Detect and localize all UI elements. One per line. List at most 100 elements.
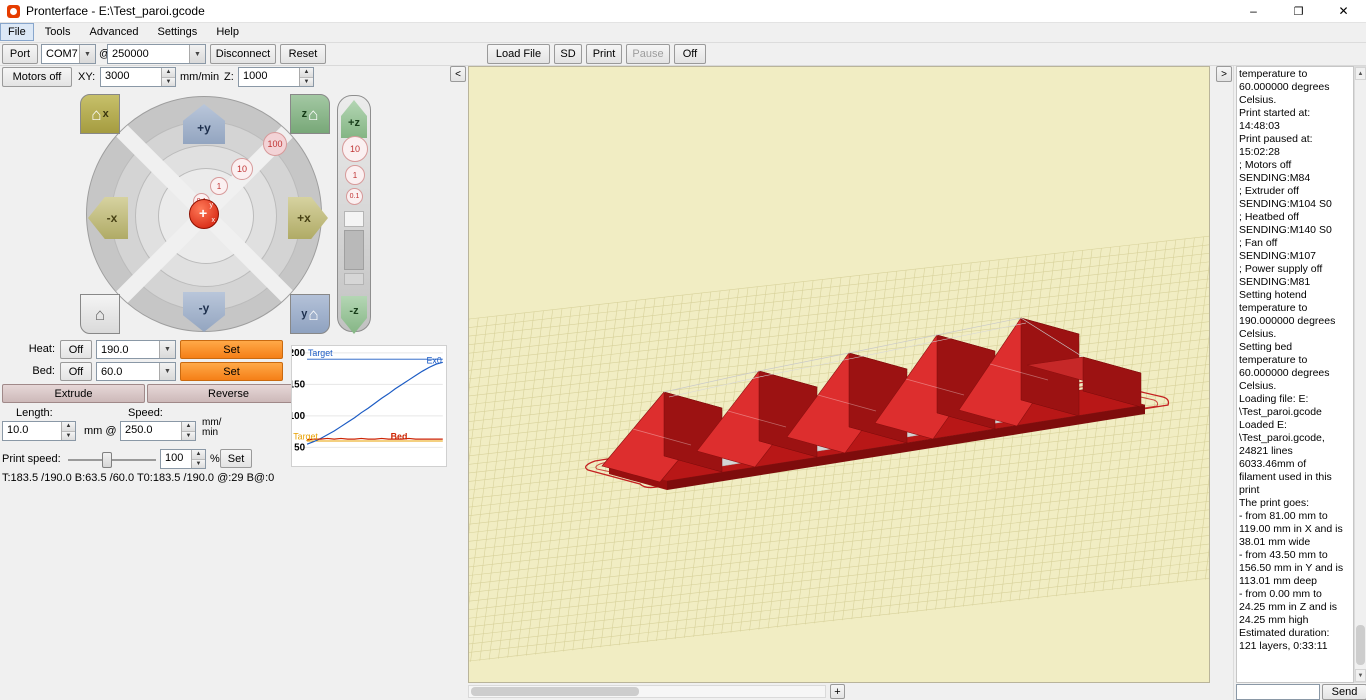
dropdown-arrow-icon[interactable]: ▼ <box>159 341 175 358</box>
heat-temp-select[interactable]: 190.0 ▼ <box>96 340 176 359</box>
temperature-graph: 200 150 100 50 Target Ex0 Target Bed <box>291 345 447 467</box>
bed-set-button[interactable]: Set <box>180 362 283 381</box>
graph-ylabel-50: 50 <box>294 442 305 453</box>
mm-at-label: mm @ <box>84 425 117 437</box>
collapse-left-button[interactable]: < <box>450 66 466 82</box>
home-all-button[interactable]: ⌂ <box>80 294 120 334</box>
load-file-button[interactable]: Load File <box>487 44 550 64</box>
xy-feed-input[interactable]: 3000 ▲ ▼ <box>100 67 176 87</box>
spin-down-icon[interactable]: ▼ <box>192 459 205 468</box>
percent-label: % <box>210 453 220 465</box>
jog-step-1[interactable]: 1 <box>210 177 228 195</box>
jog-step-10[interactable]: 10 <box>231 158 253 180</box>
home-icon: ⌂ <box>91 104 102 124</box>
menu-settings[interactable]: Settings <box>150 23 206 41</box>
spin-up-icon[interactable]: ▲ <box>192 450 205 460</box>
center-panel: < > + <box>448 66 1233 700</box>
minimize-button[interactable]: – <box>1231 0 1276 23</box>
log-output[interactable]: temperature to 60.000000 degrees Celsius… <box>1236 66 1354 683</box>
print-speed-slider[interactable] <box>68 452 156 468</box>
graph-bed-label: Bed <box>391 431 408 441</box>
spin-up-icon[interactable]: ▲ <box>300 68 313 78</box>
jog-center-knob[interactable]: + y x <box>189 199 219 229</box>
print-speed-label: Print speed: <box>2 453 61 465</box>
zoom-plus-button[interactable]: + <box>830 684 845 699</box>
gcode-scene <box>469 67 1209 682</box>
scroll-up-icon[interactable]: ▲ <box>1355 67 1366 80</box>
extrude-button[interactable]: Extrude <box>2 384 145 403</box>
vscroll-thumb[interactable] <box>1356 625 1365 665</box>
z-feed-input[interactable]: 1000 ▲ ▼ <box>238 67 314 87</box>
graph-hot-target-label: Target <box>308 348 333 358</box>
xy-jog-pad: 100 10 1 0.1 +y -y -x +x ⌂ x z ⌂ ⌂ y ⌂ <box>78 94 330 334</box>
z-step-1[interactable]: 1 <box>345 165 365 185</box>
home-icon: ⌂ <box>308 304 319 324</box>
dropdown-arrow-icon[interactable]: ▼ <box>189 45 205 63</box>
z-step-10[interactable]: 10 <box>342 136 368 162</box>
spin-up-icon[interactable]: ▲ <box>162 68 175 78</box>
home-z-button[interactable]: z ⌂ <box>290 94 330 134</box>
speed-label: Speed: <box>128 407 163 419</box>
graph-ylabel-200: 200 <box>291 348 306 359</box>
motors-off-button[interactable]: Motors off <box>2 67 72 87</box>
print-speed-input[interactable]: 100 ▲ ▼ <box>160 449 206 469</box>
feed-units-label: mm/min <box>180 71 220 83</box>
spin-up-icon[interactable]: ▲ <box>182 422 195 432</box>
menu-advanced[interactable]: Advanced <box>82 23 147 41</box>
jog-plus-x-button[interactable]: +x <box>288 197 328 239</box>
collapse-right-button[interactable]: > <box>1216 66 1232 82</box>
dropdown-arrow-icon[interactable]: ▼ <box>159 363 175 380</box>
heat-set-button[interactable]: Set <box>180 340 283 359</box>
temperature-status-line: T:183.5 /190.0 B:63.5 /60.0 T0:183.5 /19… <box>2 472 275 484</box>
send-button[interactable]: Send <box>1322 684 1366 700</box>
print-button[interactable]: Print <box>586 44 622 64</box>
xy-feed-label: XY: <box>78 71 96 83</box>
reverse-button[interactable]: Reverse <box>147 384 310 403</box>
off-button[interactable]: Off <box>674 44 706 64</box>
port-select[interactable]: COM7 ▼ <box>41 44 96 64</box>
gcode-3d-viewport[interactable] <box>468 66 1210 683</box>
disconnect-button[interactable]: Disconnect <box>210 44 276 64</box>
length-input[interactable]: 10.0 ▲ ▼ <box>2 421 76 441</box>
graph-ylabel-100: 100 <box>291 411 306 422</box>
menu-file[interactable]: File <box>0 23 34 41</box>
menu-help[interactable]: Help <box>208 23 247 41</box>
bed-off-button[interactable]: Off <box>60 362 92 381</box>
slider-thumb[interactable] <box>102 452 112 468</box>
port-button[interactable]: Port <box>2 44 38 64</box>
home-icon: ⌂ <box>308 104 319 124</box>
z-step-0-1[interactable]: 0.1 <box>346 188 363 205</box>
gcode-command-input[interactable] <box>1236 684 1320 700</box>
home-y-button[interactable]: y ⌂ <box>290 294 330 334</box>
close-button[interactable]: ✕ <box>1321 0 1366 23</box>
right-panel: temperature to 60.000000 degrees Celsius… <box>1233 66 1366 700</box>
window-title: Pronterface - E:\Test_paroi.gcode <box>26 4 205 18</box>
reset-button[interactable]: Reset <box>280 44 326 64</box>
spin-down-icon[interactable]: ▼ <box>162 77 175 86</box>
spin-up-icon[interactable]: ▲ <box>62 422 75 432</box>
sd-button[interactable]: SD <box>554 44 582 64</box>
bed-temp-select[interactable]: 60.0 ▼ <box>96 362 176 381</box>
hscroll-thumb[interactable] <box>471 687 639 696</box>
spin-down-icon[interactable]: ▼ <box>62 431 75 440</box>
print-speed-set-button[interactable]: Set <box>220 449 252 468</box>
left-panel: Motors off XY: 3000 ▲ ▼ mm/min Z: 1000 ▲ ▼… <box>0 66 448 700</box>
baud-select[interactable]: 250000 ▼ <box>107 44 206 64</box>
jog-plus-z-button[interactable]: +z <box>341 100 367 138</box>
pause-button[interactable]: Pause <box>626 44 670 64</box>
extrude-speed-input[interactable]: 250.0 ▲ ▼ <box>120 421 196 441</box>
graph-bed-target-label: Target <box>293 431 318 441</box>
jog-step-100[interactable]: 100 <box>263 132 287 156</box>
maximize-button[interactable]: ❐ <box>1276 0 1321 23</box>
dropdown-arrow-icon[interactable]: ▼ <box>79 45 95 63</box>
scroll-down-icon[interactable]: ▼ <box>1355 669 1366 682</box>
menu-tools[interactable]: Tools <box>37 23 79 41</box>
log-vscrollbar[interactable]: ▲ ▼ <box>1354 66 1366 683</box>
home-x-button[interactable]: ⌂ x <box>80 94 120 134</box>
viewport-hscrollbar[interactable] <box>468 685 826 698</box>
heat-off-button[interactable]: Off <box>60 340 92 359</box>
spin-down-icon[interactable]: ▼ <box>182 431 195 440</box>
jog-minus-z-button[interactable]: -z <box>341 296 367 334</box>
app-icon <box>7 4 20 18</box>
spin-down-icon[interactable]: ▼ <box>300 77 313 86</box>
